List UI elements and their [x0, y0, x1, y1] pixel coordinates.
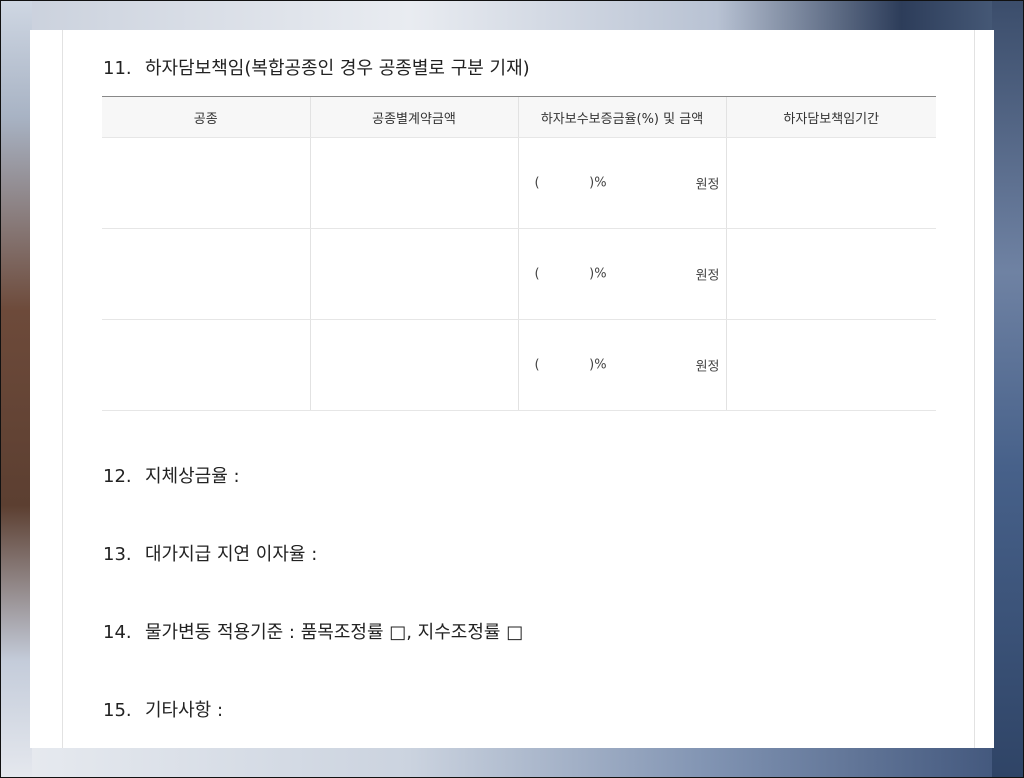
item-14-price-adjustment: 14. 물가변동 적용기준 : 품목조정률 □, 지수조정률 □	[103, 618, 523, 644]
background-left-band	[0, 0, 32, 778]
item-12-late-penalty: 12. 지체상금율 :	[103, 462, 240, 488]
table-row: ( )% 원정	[102, 228, 936, 320]
trade-cell	[102, 228, 310, 320]
section-11-title: 하자담보책임(복합공종인 경우 공종별로 구분 기재)	[145, 58, 530, 79]
item-15-text: 기타사항 :	[145, 700, 224, 721]
rate-cell: ( )% 원정	[517, 228, 726, 320]
item-15-other-notes: 15. 기타사항 :	[103, 696, 223, 722]
item-14-number: 14.	[103, 622, 132, 643]
rate-percent-text: ( )%	[534, 357, 607, 373]
period-cell	[725, 228, 936, 320]
defect-warranty-table: 공종 공종별계약금액 하자보수보증금율(%) 및 금액 하자담보책임기간 ( )…	[102, 96, 936, 411]
sheet-margin-line-left	[62, 30, 63, 748]
section-11-number: 11.	[103, 58, 132, 79]
item-13-text: 대가지급 지연 이자율 :	[145, 544, 318, 565]
column-header-warranty-rate: 하자보수보증금율(%) 및 금액	[517, 96, 726, 138]
period-cell	[725, 319, 936, 411]
trade-cell	[102, 319, 310, 411]
background-top-band	[0, 0, 1024, 30]
item-13-number: 13.	[103, 544, 132, 565]
rate-cell: ( )% 원정	[517, 137, 726, 229]
rate-percent-text: ( )%	[534, 175, 607, 191]
item-12-text: 지체상금율 :	[145, 466, 240, 487]
amount-cell	[309, 137, 518, 229]
period-cell	[725, 137, 936, 229]
rate-cell: ( )% 원정	[517, 319, 726, 411]
amount-cell	[309, 228, 518, 320]
table-row: ( )% 원정	[102, 319, 936, 411]
background-right-band	[992, 0, 1024, 778]
won-text: 원정	[695, 359, 720, 375]
trade-cell	[102, 137, 310, 229]
column-header-contract-amount: 공종별계약금액	[309, 96, 518, 138]
item-15-number: 15.	[103, 700, 132, 721]
won-text: 원정	[695, 268, 720, 284]
rate-percent-text: ( )%	[534, 266, 607, 282]
item-14-text: 물가변동 적용기준 : 품목조정률 □, 지수조정률 □	[145, 622, 524, 643]
section-11-heading: 11. 하자담보책임(복합공종인 경우 공종별로 구분 기재)	[103, 54, 530, 80]
table-header-row: 공종 공종별계약금액 하자보수보증금율(%) 및 금액 하자담보책임기간	[102, 96, 936, 138]
background-bottom-band	[0, 748, 1024, 778]
table-row: ( )% 원정	[102, 137, 936, 229]
item-12-number: 12.	[103, 466, 132, 487]
column-header-warranty-period: 하자담보책임기간	[725, 96, 936, 138]
item-13-late-payment-interest: 13. 대가지급 지연 이자율 :	[103, 540, 317, 566]
column-header-trade: 공종	[102, 96, 310, 138]
amount-cell	[309, 319, 518, 411]
won-text: 원정	[695, 177, 720, 193]
sheet-margin-line-right	[974, 30, 975, 748]
